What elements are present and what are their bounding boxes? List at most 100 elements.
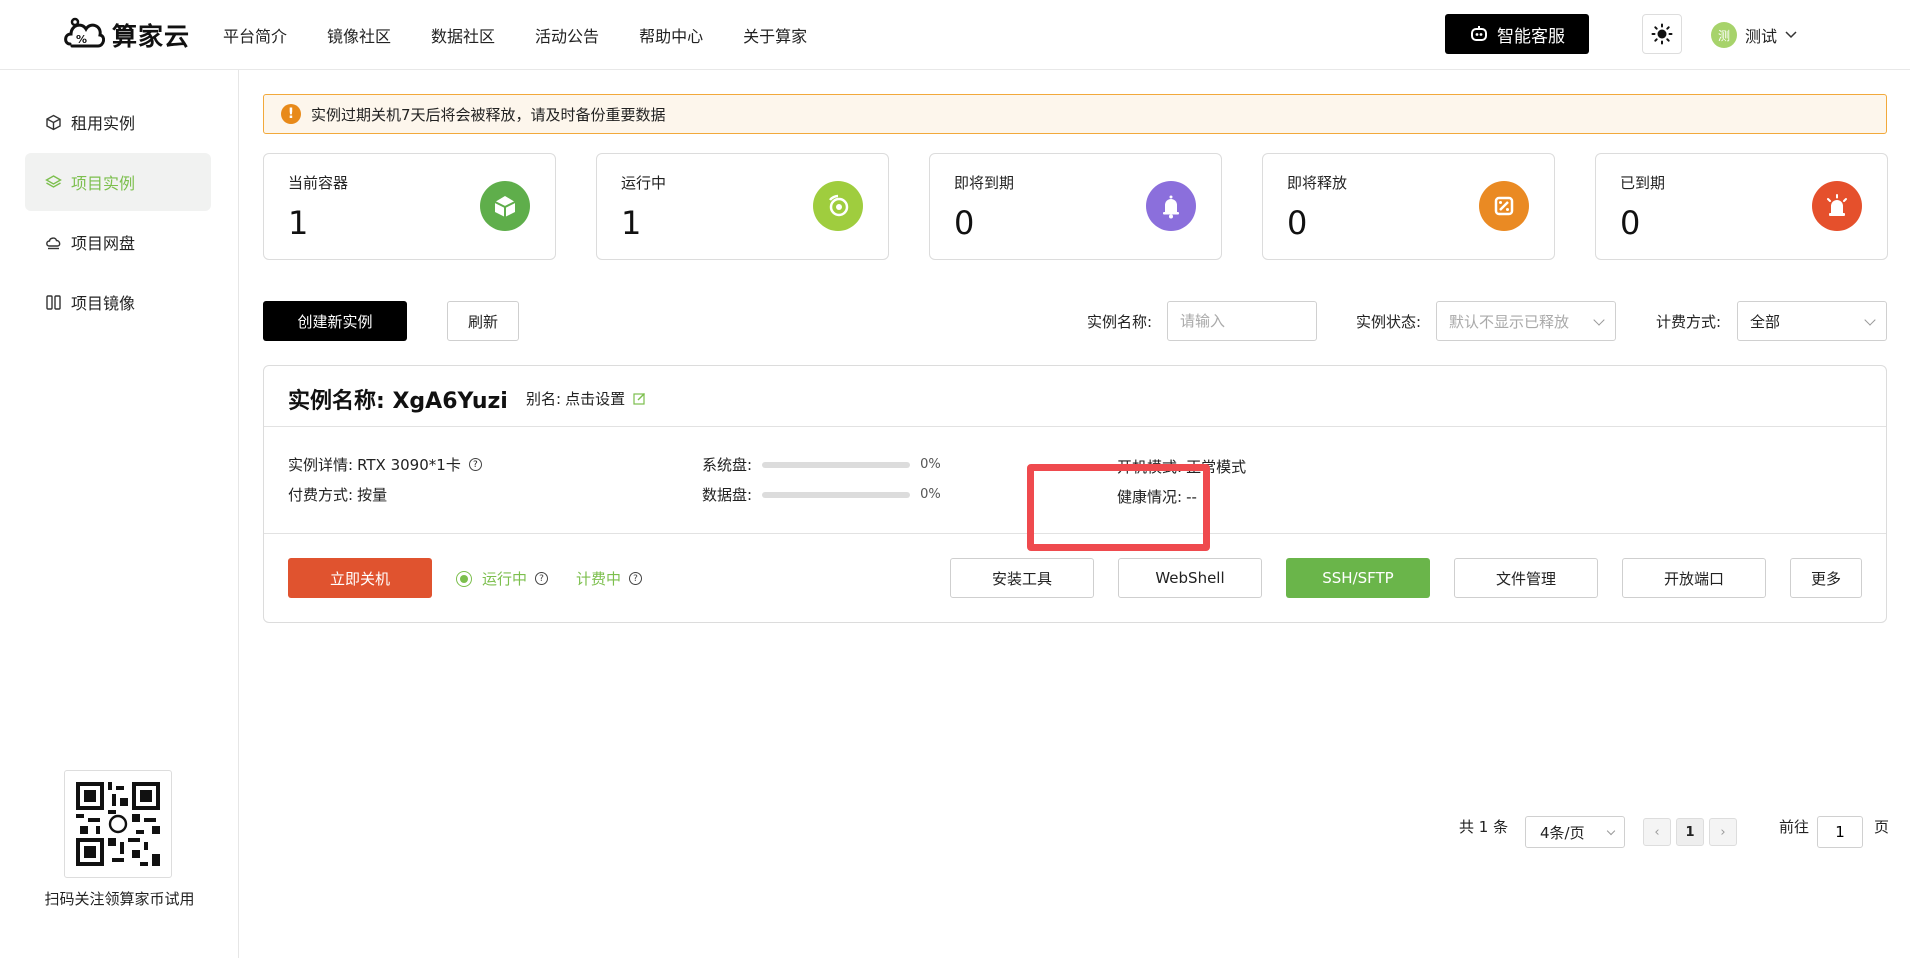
theme-toggle-button[interactable] [1642, 14, 1682, 54]
robot-icon [1471, 26, 1487, 41]
sidebar-item-rent-instance[interactable]: 租用实例 [25, 93, 211, 151]
nav-item-about[interactable]: 关于算家 [743, 23, 807, 47]
sys-disk-progress-bar [762, 461, 911, 468]
goto-page-input[interactable] [1817, 816, 1863, 848]
data-disk: 数据盘: 0% [702, 484, 941, 505]
sidebar-item-project-image[interactable]: 项目镜像 [25, 273, 211, 331]
stat-value: 1 [621, 204, 642, 242]
stat-card-expiring[interactable]: 即将到期 0 [929, 153, 1222, 260]
boot-label: 开机模式: [1117, 458, 1183, 476]
smart-service-button[interactable]: 智能客服 [1445, 14, 1589, 54]
nav-item-image-community[interactable]: 镜像社区 [327, 23, 391, 47]
billing-method-label: 计费方式: [1656, 313, 1722, 331]
chevron-down-icon [1785, 31, 1797, 39]
nav-item-intro[interactable]: 平台简介 [223, 23, 287, 47]
smart-service-label: 智能客服 [1497, 26, 1565, 47]
divider [264, 533, 1886, 534]
select-value: 默认不显示已释放 [1449, 312, 1570, 331]
stat-label: 运行中 [621, 174, 667, 192]
alias-label: 别名: [526, 390, 562, 408]
sidebar-item-project-instance[interactable]: 项目实例 [25, 153, 211, 211]
sidebar-item-label: 租用实例 [71, 114, 136, 133]
instance-card: 实例名称: XgA6Yuzi 别名: 点击设置 实例详情: RTX 3090*1… [263, 365, 1887, 623]
instance-title: 实例名称: XgA6Yuzi [288, 389, 508, 414]
ssh-sftp-button[interactable]: SSH/SFTP [1286, 558, 1430, 598]
instance-detail: 实例详情: RTX 3090*1卡 ? [288, 454, 482, 475]
next-page-button[interactable]: › [1709, 818, 1737, 846]
container-icon [480, 181, 530, 231]
main-content: ! 实例过期关机7天后将会被释放，请及时备份重要数据 当前容器 1 运行中 1 … [240, 70, 1910, 958]
instance-name-input[interactable] [1167, 301, 1317, 341]
logo-icon: % [64, 17, 106, 48]
billing-status-text: 计费中 [576, 570, 622, 588]
health-value: -- [1186, 487, 1197, 506]
boot-value: 正常模式 [1186, 458, 1247, 476]
stat-card-current[interactable]: 当前容器 1 [263, 153, 556, 260]
timer-icon [813, 181, 863, 231]
bell-icon [1146, 181, 1196, 231]
nav-item-help[interactable]: 帮助中心 [639, 23, 703, 47]
open-port-button[interactable]: 开放端口 [1622, 558, 1766, 598]
help-icon[interactable]: ? [629, 572, 643, 585]
user-menu[interactable]: 测 测试 [1711, 22, 1797, 48]
data-disk-percent: 0% [920, 487, 941, 502]
billing-method-select[interactable]: 全部 [1737, 301, 1887, 341]
page-size-value: 4条/页 [1540, 823, 1585, 842]
page-number-button[interactable]: 1 [1676, 818, 1704, 846]
logo[interactable]: % 算家云 [62, 14, 190, 56]
top-header: % 算家云 平台简介 镜像社区 数据社区 活动公告 帮助中心 关于算家 智能客服 [0, 0, 1910, 70]
pay-label: 付费方式: [288, 486, 354, 504]
data-disk-progress-bar [762, 491, 911, 498]
stat-card-running[interactable]: 运行中 1 [596, 153, 889, 260]
instance-name-label: 实例名称: [1087, 313, 1153, 331]
chevron-down-icon [1593, 314, 1605, 326]
running-status-icon [456, 570, 472, 587]
webshell-button[interactable]: WebShell [1118, 558, 1262, 598]
nav-item-announcements[interactable]: 活动公告 [535, 23, 599, 47]
create-instance-button[interactable]: 创建新实例 [263, 301, 407, 341]
release-icon [1479, 181, 1529, 231]
stat-card-expired[interactable]: 已到期 0 [1595, 153, 1888, 260]
prev-page-button[interactable]: ‹ [1643, 818, 1671, 846]
help-icon[interactable]: ? [535, 572, 549, 585]
sidebar-item-label: 项目镜像 [71, 294, 136, 313]
sidebar: 租用实例 项目实例 项目网盘 项目镜像 扫码关注领算家币试用 [0, 70, 239, 958]
data-disk-label: 数据盘: [702, 486, 753, 504]
sun-icon [1651, 23, 1673, 45]
instance-status-select[interactable]: 默认不显示已释放 [1436, 301, 1616, 341]
boot-mode: 开机模式: 正常模式 [1117, 456, 1246, 477]
detail-label: 实例详情: [288, 456, 354, 474]
more-button[interactable]: 更多 [1790, 558, 1862, 598]
file-manager-button[interactable]: 文件管理 [1454, 558, 1598, 598]
help-icon[interactable]: ? [468, 458, 482, 471]
main-nav: 平台简介 镜像社区 数据社区 活动公告 帮助中心 关于算家 [223, 0, 847, 70]
qr-code-icon [76, 782, 160, 866]
stat-label: 即将释放 [1287, 174, 1348, 192]
qr-caption: 扫码关注领算家币试用 [44, 890, 195, 908]
user-name: 测试 [1745, 27, 1778, 46]
payment-method: 付费方式: 按量 [288, 484, 387, 505]
nav-item-data-community[interactable]: 数据社区 [431, 23, 495, 47]
avatar: 测 [1711, 22, 1737, 48]
qr-code [64, 770, 172, 878]
cloud-disk-icon [46, 236, 61, 249]
page-size-select[interactable]: 4条/页 [1525, 816, 1625, 848]
install-tools-button[interactable]: 安装工具 [950, 558, 1094, 598]
alias-value: 点击设置 [565, 390, 626, 408]
health-status: 健康情况: -- [1117, 486, 1197, 507]
stat-card-releasing[interactable]: 即将释放 0 [1262, 153, 1555, 260]
alias-setting[interactable]: 别名: 点击设置 [526, 388, 646, 409]
stat-label: 当前容器 [288, 174, 349, 192]
system-disk: 系统盘: 0% [702, 454, 941, 475]
refresh-button[interactable]: 刷新 [447, 301, 519, 341]
health-label: 健康情况: [1117, 488, 1183, 506]
sys-disk-label: 系统盘: [702, 456, 753, 474]
logo-text: 算家云 [112, 22, 191, 51]
stat-value: 0 [1620, 204, 1641, 242]
sys-disk-percent: 0% [920, 457, 941, 472]
sidebar-item-project-disk[interactable]: 项目网盘 [25, 213, 211, 271]
chevron-down-icon [1606, 826, 1616, 836]
shutdown-button[interactable]: 立即关机 [288, 558, 432, 598]
warning-icon: ! [281, 104, 301, 124]
running-status-text: 运行中 [482, 570, 528, 588]
